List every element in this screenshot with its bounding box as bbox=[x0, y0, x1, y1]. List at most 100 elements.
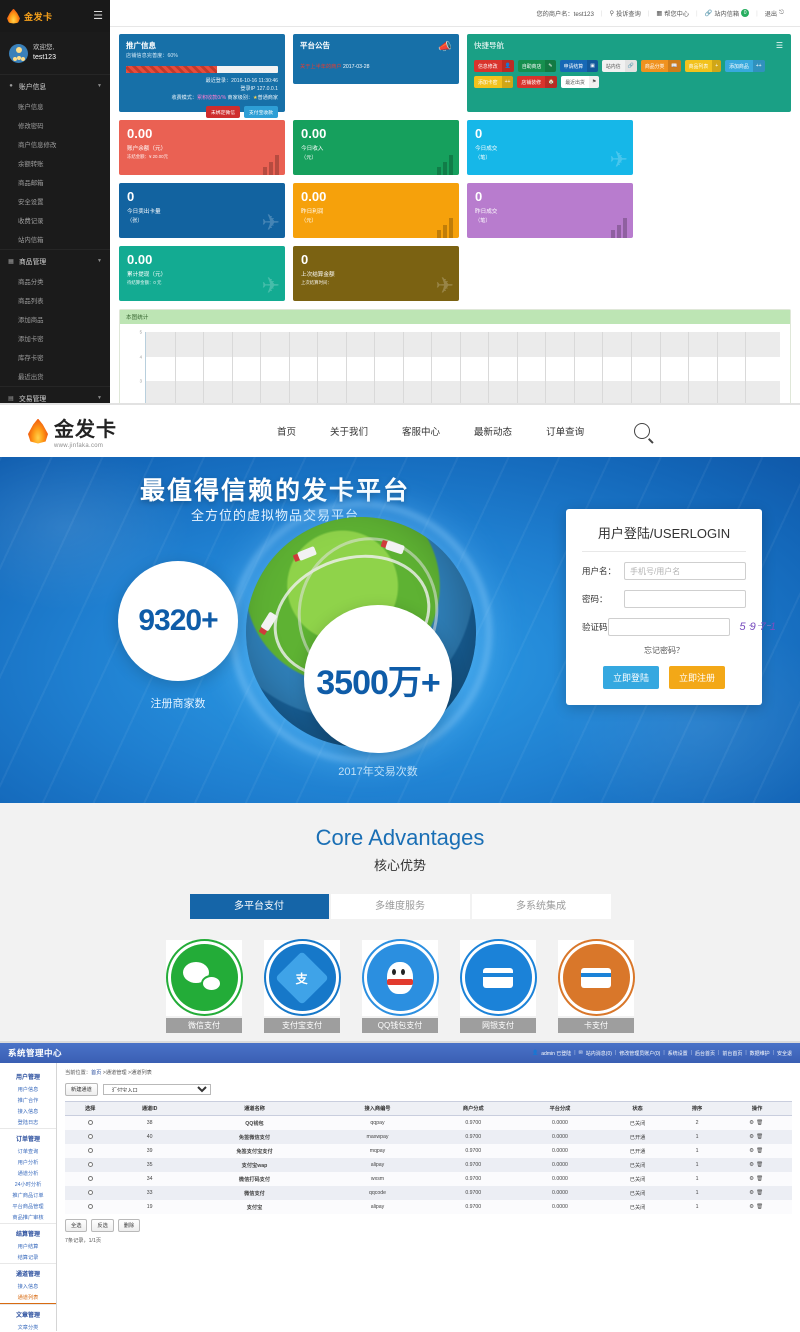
row-checkbox[interactable] bbox=[87, 1161, 93, 1167]
row-actions[interactable]: ⚙🗑 bbox=[722, 1200, 792, 1214]
sidebar-item-fee-records[interactable]: 收费记录 bbox=[0, 211, 110, 230]
payment-item-bank[interactable]: 网银支付 bbox=[460, 940, 536, 1033]
breadcrumb-home[interactable]: 首页 bbox=[91, 1070, 101, 1076]
quicknav-button-product-list[interactable]: 商品列表 + bbox=[684, 60, 722, 72]
payment-item-alipay[interactable]: 支 支付宝支付 bbox=[264, 940, 340, 1033]
row-checkbox[interactable] bbox=[87, 1189, 93, 1195]
quicknav-button-recent-ship[interactable]: 最近出货 ⚑ bbox=[561, 76, 600, 88]
select-all-button[interactable]: 全选 bbox=[65, 1219, 88, 1232]
breadcrumb-channel-mgmt[interactable]: 通道管理 bbox=[106, 1070, 127, 1076]
channel-select[interactable]: 汇付宝入口 bbox=[102, 1084, 211, 1095]
notice-red-text[interactable]: 关于上半年的商户 bbox=[300, 64, 342, 70]
trash-icon[interactable]: 🗑 bbox=[756, 1190, 765, 1196]
row-checkbox-cell[interactable] bbox=[65, 1115, 116, 1130]
trash-icon[interactable]: 🗑 bbox=[756, 1120, 765, 1126]
sidebar-item-account-info[interactable]: 账户信息 bbox=[0, 97, 110, 116]
search-icon[interactable] bbox=[634, 423, 651, 439]
quicknav-button-add-product[interactable]: 添加商品 ++ bbox=[725, 60, 765, 72]
topbar-message[interactable]: 🔗 站内信箱 0 bbox=[698, 9, 756, 18]
table-row[interactable]: 34 微信打码支付 wxsm 0.9700 0.0000 已关闭 1 ⚙🗑 bbox=[65, 1172, 792, 1186]
sidebar-item-add-product[interactable]: 添加商品 bbox=[0, 310, 110, 329]
table-row[interactable]: 33 微信支付 qqcode 0.9700 0.0000 已关闭 1 ⚙🗑 bbox=[65, 1186, 792, 1200]
row-checkbox[interactable] bbox=[87, 1175, 93, 1181]
sidebar-item-add-card[interactable]: 添加卡密 bbox=[0, 329, 110, 348]
admin-link-access-info[interactable]: 接入信息 bbox=[0, 1106, 56, 1117]
admin-link-promotion[interactable]: 推广合作 bbox=[0, 1095, 56, 1106]
captcha-image[interactable]: 5971 bbox=[739, 618, 780, 636]
admin-link-channel-access[interactable]: 接入信息 bbox=[0, 1281, 56, 1292]
sidebar-item-product-category[interactable]: 商品分类 bbox=[0, 272, 110, 291]
admin-link-backend-home[interactable]: 后台首页 bbox=[695, 1050, 715, 1057]
site-logo[interactable]: 金发卡 www.jinfaka.com bbox=[28, 413, 117, 449]
payment-item-wechat[interactable]: 微信支付 bbox=[166, 940, 242, 1033]
nav-home[interactable]: 首页 bbox=[277, 424, 296, 438]
quicknav-button-info-edit[interactable]: 信息修改 👤 bbox=[474, 60, 514, 72]
table-row[interactable]: 39 免签支付宝支付 mqpay 0.9700 0.0000 已开通 1 ⚙🗑 bbox=[65, 1144, 792, 1158]
sidebar-item-change-password[interactable]: 修改密码 bbox=[0, 116, 110, 135]
row-checkbox[interactable] bbox=[87, 1119, 93, 1125]
tab-multi-system-integration[interactable]: 多系统集成 bbox=[471, 894, 611, 919]
row-checkbox-cell[interactable] bbox=[65, 1186, 116, 1200]
quicknav-button-inbox[interactable]: 站内信 🔗 bbox=[601, 60, 637, 72]
sidebar-item-product-mailbox[interactable]: 商品邮箱 bbox=[0, 173, 110, 192]
admin-link-channel-analysis[interactable]: 通道分析 bbox=[0, 1168, 56, 1179]
register-button[interactable]: 立即注册 bbox=[669, 666, 726, 689]
trash-icon[interactable]: 🗑 bbox=[756, 1204, 765, 1210]
sidebar-item-stock-card[interactable]: 库存卡密 bbox=[0, 348, 110, 367]
row-actions[interactable]: ⚙🗑 bbox=[722, 1158, 792, 1172]
admin-link-user-settlement[interactable]: 用户结算 bbox=[0, 1241, 56, 1252]
tab-multi-platform-payment[interactable]: 多平台支付 bbox=[189, 894, 329, 919]
admin-link-logout[interactable]: 安全退 bbox=[777, 1050, 792, 1057]
sidebar-item-balance-transfer[interactable]: 余额转账 bbox=[0, 154, 110, 173]
row-checkbox[interactable] bbox=[87, 1133, 93, 1139]
row-checkbox-cell[interactable] bbox=[65, 1130, 116, 1144]
trash-icon[interactable]: 🗑 bbox=[756, 1148, 765, 1154]
admin-link-settlement-records[interactable]: 结算记录 bbox=[0, 1252, 56, 1263]
quicknav-button-product-category[interactable]: 商品分类 📖 bbox=[640, 60, 681, 72]
topbar-help-center[interactable]: ▦ 帮您中心 bbox=[649, 9, 696, 18]
trash-icon[interactable]: 🗑 bbox=[756, 1134, 765, 1140]
admin-link-messages[interactable]: 站内消息(0) bbox=[586, 1050, 612, 1057]
row-checkbox[interactable] bbox=[87, 1203, 93, 1209]
nav-news[interactable]: 最新动态 bbox=[474, 424, 512, 438]
admin-link-user-analysis[interactable]: 用户分析 bbox=[0, 1157, 56, 1168]
tab-multi-dimension-service[interactable]: 多维度服务 bbox=[330, 894, 470, 919]
nav-group-products[interactable]: ▦ 商品管理 ▼ bbox=[0, 249, 110, 272]
payment-item-card[interactable]: 卡支付 bbox=[558, 940, 634, 1033]
sidebar-item-inbox[interactable]: 站内信箱 bbox=[0, 230, 110, 249]
login-button[interactable]: 立即登陆 bbox=[602, 666, 659, 689]
sidebar-item-merchant-edit[interactable]: 商户信息修改 bbox=[0, 135, 110, 154]
delete-button[interactable]: 删除 bbox=[117, 1219, 141, 1232]
admin-link-edit-admin[interactable]: 修改管理员账户(0) bbox=[619, 1050, 660, 1057]
admin-link-order-query[interactable]: 订单查询 bbox=[0, 1146, 56, 1157]
admin-link-product-promo-review[interactable]: 商品推广审核 bbox=[0, 1212, 56, 1223]
table-row[interactable]: 19 支付宝 alipay 0.9700 0.0000 已关闭 1 ⚙🗑 bbox=[65, 1200, 792, 1214]
nav-support[interactable]: 客服中心 bbox=[402, 424, 440, 438]
admin-link-data-maintenance[interactable]: 数据维护 bbox=[750, 1050, 770, 1057]
nav-about[interactable]: 关于我们 bbox=[330, 424, 368, 438]
row-actions[interactable]: ⚙🗑 bbox=[722, 1144, 792, 1158]
dashboard-brand[interactable]: 金发卡 ☰ bbox=[0, 0, 110, 32]
admin-link-article-category[interactable]: 文章分类 bbox=[0, 1322, 56, 1331]
password-input[interactable] bbox=[624, 590, 746, 608]
row-actions[interactable]: ⚙🗑 bbox=[722, 1172, 792, 1186]
trash-icon[interactable]: 🗑 bbox=[756, 1162, 765, 1168]
trash-icon[interactable]: 🗑 bbox=[756, 1176, 765, 1182]
row-checkbox-cell[interactable] bbox=[65, 1144, 116, 1158]
quicknav-button-apply-settlement[interactable]: 申请结算 ▣ bbox=[559, 60, 598, 72]
list-icon[interactable]: ☰ bbox=[776, 41, 783, 50]
sidebar-item-product-list[interactable]: 商品列表 bbox=[0, 291, 110, 310]
new-channel-button[interactable]: 新建通道 bbox=[65, 1083, 98, 1096]
invert-selection-button[interactable]: 反选 bbox=[91, 1219, 114, 1232]
admin-link-frontend-home[interactable]: 前台首页 bbox=[722, 1050, 742, 1057]
row-actions[interactable]: ⚙🗑 bbox=[722, 1130, 792, 1144]
forgot-password-link[interactable]: 忘记密码？ bbox=[582, 645, 746, 656]
sidebar-item-recent-ship[interactable]: 最近出货 bbox=[0, 367, 110, 386]
bind-wechat-button[interactable]: 未绑定微信 bbox=[206, 106, 240, 119]
table-row[interactable]: 38 QQ钱包 qqpay 0.9700 0.0000 已关闭 2 ⚙🗑 bbox=[65, 1115, 792, 1130]
admin-link-platform-products[interactable]: 平台商品管理 bbox=[0, 1201, 56, 1212]
nav-group-account[interactable]: ● 账户信息 ▼ bbox=[0, 74, 110, 97]
alipay-receive-button[interactable]: 支付宝收款 bbox=[244, 106, 278, 119]
row-actions[interactable]: ⚙🗑 bbox=[722, 1186, 792, 1200]
captcha-input[interactable] bbox=[607, 618, 730, 636]
